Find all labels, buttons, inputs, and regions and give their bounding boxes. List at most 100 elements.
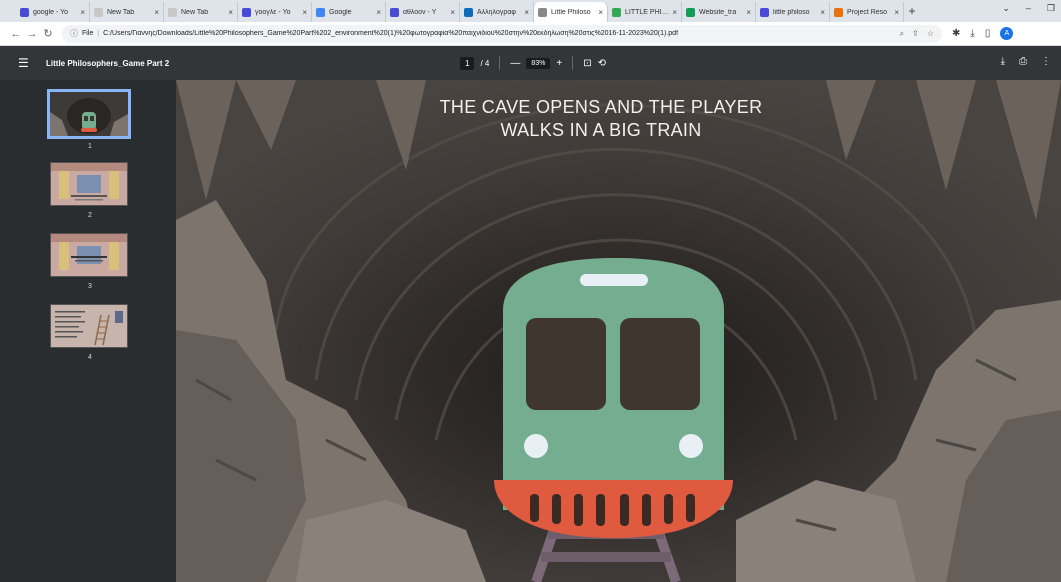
close-tab-icon[interactable]: × <box>672 8 677 17</box>
close-tab-icon[interactable]: × <box>450 8 455 17</box>
hamburger-menu-icon[interactable]: ☰ <box>18 56 32 70</box>
train <box>494 258 733 538</box>
print-icon[interactable]: ⎙ <box>1019 56 1027 67</box>
tab-title: New Tab <box>181 8 209 16</box>
window-controls: ⌄ – ❐ <box>1002 3 1055 14</box>
browser-tab-1[interactable]: google - Yo × <box>16 2 90 22</box>
tab-title: Project Reso <box>847 8 888 16</box>
gmail-icon <box>20 7 29 17</box>
zoom-out-icon[interactable]: — <box>510 58 520 69</box>
thumbnail-2-image <box>51 163 127 205</box>
globe-icon <box>538 7 547 17</box>
gmail-icon <box>760 7 769 17</box>
thumbnail-2-number: 2 <box>88 212 92 219</box>
headline-line-2: WALKS IN A BIG TRAIN <box>500 120 702 140</box>
zoom-level-input[interactable]: 83% <box>526 57 551 69</box>
close-tab-icon[interactable]: × <box>154 8 159 17</box>
close-tab-icon[interactable]: × <box>376 8 381 17</box>
tab-title: LITTLE PHILO <box>625 8 671 16</box>
outlook-icon <box>464 7 473 17</box>
browser-tab-7[interactable]: Αλληλογραφ × <box>460 2 534 22</box>
tab-title: αθλοον - Y <box>403 8 437 16</box>
tab-title: Website_tra <box>699 8 737 16</box>
site-icon <box>686 7 695 17</box>
zoom-icon[interactable]: ⌕ <box>900 29 904 39</box>
browser-tab-6[interactable]: αθλοον - Y × <box>386 2 460 22</box>
thumbnail-3-number: 3 <box>88 283 92 290</box>
share-icon[interactable]: ⇪ <box>912 29 919 39</box>
toolbar-divider <box>572 56 574 70</box>
document-title: Little Philosophers_Game Part 2 <box>46 58 170 68</box>
google-icon <box>316 7 325 17</box>
browser-tab-5[interactable]: Google × <box>312 2 386 22</box>
close-tab-icon[interactable]: × <box>894 8 899 17</box>
fit-page-icon[interactable]: ⊡ <box>583 58 591 69</box>
close-tab-icon[interactable]: × <box>80 8 85 17</box>
thumbnail-sidebar: 1 2 3 4 <box>0 80 176 582</box>
thumbnail-4-image <box>51 305 127 347</box>
reload-icon[interactable]: ↻ <box>40 27 56 40</box>
new-tab-button[interactable]: + <box>904 2 920 22</box>
tab-title: google - Yo <box>33 8 69 16</box>
extensions-icon[interactable]: ✱ <box>952 28 960 39</box>
gmail-icon <box>390 7 399 17</box>
profile-avatar[interactable]: A <box>1000 27 1014 40</box>
page-thumbnail-1[interactable] <box>47 89 131 139</box>
tab-title: New Tab <box>107 8 135 16</box>
url-field[interactable]: ⓘ File | C:/Users/Γιαννης/Downloads/Litt… <box>62 24 942 43</box>
blank-tab-icon <box>168 7 177 17</box>
close-tab-icon[interactable]: × <box>598 8 603 17</box>
headline-line-1: THE CAVE OPENS AND THE PLAYER <box>439 97 763 117</box>
page-headline: THE CAVE OPENS AND THE PLAYER WALKS IN A… <box>176 96 1026 142</box>
project-icon <box>834 7 843 17</box>
tab-title: Little Philoso <box>551 8 591 16</box>
page-total: / 4 <box>480 58 490 68</box>
more-options-icon[interactable]: ⋮ <box>1041 56 1051 67</box>
browser-tab-11[interactable]: little philoso × <box>756 2 830 22</box>
browser-tab-10[interactable]: Website_tra × <box>682 2 756 22</box>
maximize-button[interactable]: ❐ <box>1047 3 1055 14</box>
url-separator: | <box>97 30 100 37</box>
address-bar: ← → ↻ ⓘ File | C:/Users/Γιαννης/Download… <box>0 22 1061 46</box>
close-tab-icon[interactable]: × <box>746 8 751 17</box>
close-tab-icon[interactable]: × <box>820 8 825 17</box>
thumbnail-1-image <box>50 92 128 136</box>
close-tab-icon[interactable]: × <box>302 8 307 17</box>
browser-tab-9[interactable]: LITTLE PHILO × <box>608 2 682 22</box>
tab-title: Google <box>329 8 352 16</box>
tab-title: Αλληλογραφ <box>477 8 516 16</box>
side-panel-icon[interactable]: ▯ <box>985 28 991 39</box>
page-thumbnail-3[interactable] <box>50 233 128 277</box>
forward-icon[interactable]: → <box>24 28 40 40</box>
gmail-icon <box>242 7 251 17</box>
zoom-in-icon[interactable]: + <box>556 58 562 69</box>
page-number-input[interactable]: 1 <box>460 56 475 70</box>
url-text: C:/Users/Γιαννης/Downloads/Little%20Phil… <box>103 30 679 37</box>
close-tab-icon[interactable]: × <box>524 8 529 17</box>
browser-tab-4[interactable]: γοογλε - Yo × <box>238 2 312 22</box>
browser-tab-2[interactable]: New Tab × <box>90 2 164 22</box>
bookmark-star-icon[interactable]: ☆ <box>927 29 934 39</box>
tab-title: little philoso <box>773 8 810 16</box>
browser-tab-8[interactable]: Little Philoso × <box>534 2 608 22</box>
download-icon[interactable]: ⤓ <box>1001 56 1005 67</box>
pdf-page-viewer[interactable]: THE CAVE OPENS AND THE PLAYER WALKS IN A… <box>176 80 1061 582</box>
rotate-icon[interactable]: ⟲ <box>598 58 606 69</box>
tab-search-button[interactable]: ⌄ <box>1002 3 1010 14</box>
back-icon[interactable]: ← <box>8 28 24 40</box>
page-thumbnail-4[interactable] <box>50 304 128 348</box>
close-tab-icon[interactable]: × <box>228 8 233 17</box>
info-icon[interactable]: ⓘ <box>70 28 78 39</box>
toolbar-divider <box>499 56 501 70</box>
browser-tab-12[interactable]: Project Reso × <box>830 2 904 22</box>
page-thumbnail-2[interactable] <box>50 162 128 206</box>
downloads-icon[interactable]: ⤓ <box>970 28 974 39</box>
browser-tab-3[interactable]: New Tab × <box>164 2 238 22</box>
minimize-button[interactable]: – <box>1026 3 1031 14</box>
tab-title: γοογλε - Yo <box>255 8 291 16</box>
thumbnail-4-number: 4 <box>88 354 92 361</box>
browser-tab-strip: google - Yo × New Tab × New Tab × γοογλε - Yo ×… <box>0 0 1061 22</box>
cave-train-illustration <box>176 80 1061 582</box>
page-controls: 1 / 4 — 83% + ⊡ ⟲ <box>460 56 606 70</box>
pdf-toolbar: ☰ Little Philosophers_Game Part 2 1 / 4 … <box>0 46 1061 80</box>
